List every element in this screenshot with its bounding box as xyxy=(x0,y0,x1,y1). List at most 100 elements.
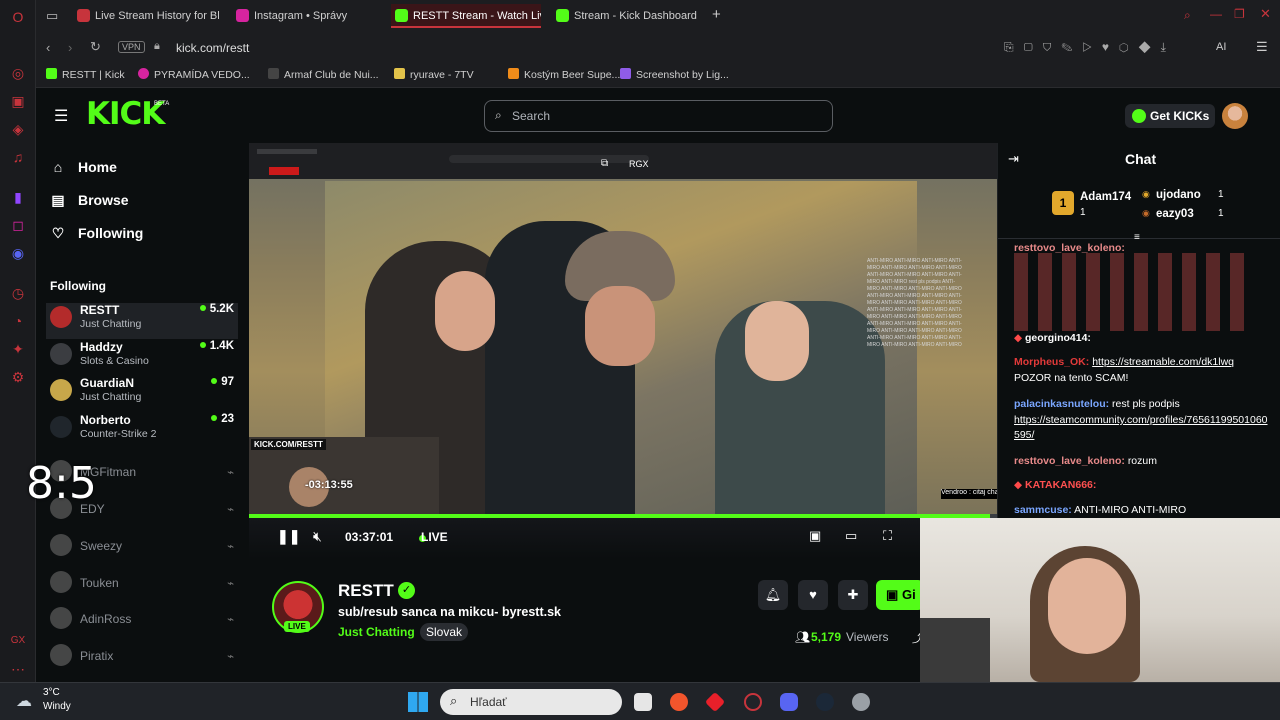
chat-username[interactable]: sammcuse: xyxy=(1014,504,1072,516)
minimize-icon[interactable]: — xyxy=(1210,7,1222,21)
leaderboard-user[interactable]: Adam174 xyxy=(1080,191,1131,203)
search-tabs-icon[interactable]: ⌕ xyxy=(1184,8,1191,23)
steam-icon[interactable] xyxy=(816,693,834,711)
chat-username[interactable]: georgino414: xyxy=(1025,332,1091,344)
bookmark-item[interactable]: Armaf Club de Nui... xyxy=(268,68,379,81)
windows-start-icon[interactable] xyxy=(408,692,428,712)
vpn-badge[interactable]: VPN xyxy=(118,41,145,53)
bookmark-item[interactable]: PYRAMÍDA VEDO... xyxy=(138,68,250,81)
toolbar-icons[interactable]: ⎘▢⛉✎▷♥⬡◆⤓ xyxy=(1004,40,1176,55)
chat-username[interactable]: resttovo_lave_koleno: xyxy=(1014,455,1125,467)
bookmark-item[interactable]: ryurave - 7TV xyxy=(394,68,474,81)
following-item[interactable]: AdinRoss ⌁ xyxy=(46,604,238,640)
kick-logo[interactable]: KICK xyxy=(86,96,165,132)
chat-username[interactable]: palacinkasnutelou: xyxy=(1014,398,1109,410)
app-icon[interactable] xyxy=(704,691,726,713)
following-item[interactable]: RESTT Just Chatting 5.2K xyxy=(46,303,238,339)
windows-taskbar: ☁ 3°C Windy ⌕ Hľadať xyxy=(0,682,1280,720)
tab-kick-dashboard[interactable]: Stream - Kick Dashboard xyxy=(552,4,712,28)
following-item[interactable]: Haddzy Slots & Casino 1.4K xyxy=(46,340,238,376)
following-item[interactable]: Touken ⌁ xyxy=(46,568,238,604)
fullscreen-icon[interactable]: ⛶ xyxy=(883,528,892,544)
bookmark-item[interactable]: Screenshot by Lig... xyxy=(620,68,729,81)
chat-username[interactable]: Morpheus_OK: xyxy=(1014,356,1089,368)
following-item[interactable]: Sweezy ⌁ xyxy=(46,531,238,567)
channel-name: Sweezy xyxy=(80,539,123,553)
leaderboard-count: 1 xyxy=(1080,207,1086,218)
bookmark-item[interactable]: RESTT | Kick xyxy=(46,68,125,81)
verified-icon: ✓ xyxy=(398,582,415,599)
clock-icon[interactable]: ◔ xyxy=(9,312,27,330)
following-item[interactable]: Norberto Counter-Strike 2 23 xyxy=(46,413,238,449)
following-item[interactable]: GuardiaN Just Chatting 97 xyxy=(46,376,238,412)
cam-tag: KICK.COM/RESTT xyxy=(251,439,326,450)
bookmark-item[interactable]: Kostým Beer Supe... xyxy=(508,68,620,81)
settings-icon[interactable]: ⚙ xyxy=(9,368,27,386)
taskbar-search-input[interactable]: ⌕ Hľadať xyxy=(440,689,622,715)
close-window-icon[interactable]: ✕ xyxy=(1260,6,1271,22)
workspace-icon[interactable]: ▣ xyxy=(9,92,27,110)
tab-restt-stream[interactable]: RESTT Stream - Watch Liv xyxy=(391,4,541,28)
browse-icon: ▤ xyxy=(51,192,65,208)
discord-icon[interactable] xyxy=(780,693,798,711)
follow-heart-icon[interactable]: ♥ xyxy=(798,580,828,610)
discord-icon[interactable]: ◉ xyxy=(9,244,27,262)
chat-username[interactable]: resttovo_lave_koleno: xyxy=(1014,242,1125,254)
history-icon[interactable]: ◷ xyxy=(9,284,27,302)
forward-icon[interactable]: › xyxy=(68,40,72,55)
messenger-icon[interactable]: ◈ xyxy=(9,120,27,138)
following-item[interactable]: Piratix ⌁ xyxy=(46,641,238,677)
get-kicks-button[interactable]: Get KICKs xyxy=(1125,104,1215,128)
bookmark-favicon-icon xyxy=(46,68,57,79)
mute-icon[interactable]: 🔇︎ xyxy=(313,528,322,545)
tab-menu-icon[interactable]: ▭ xyxy=(46,8,58,24)
task-view-icon[interactable] xyxy=(634,693,652,711)
extensions-icon[interactable]: ✦ xyxy=(9,340,27,358)
leaderboard-user[interactable]: ujodano xyxy=(1156,189,1201,201)
chat-username[interactable]: KATAKAN666: xyxy=(1025,479,1096,491)
popout-icon[interactable]: ⧉ xyxy=(601,158,608,169)
twitch-icon[interactable]: ▮ xyxy=(9,188,27,206)
subscribe-button[interactable]: ▣ Gi xyxy=(876,580,924,610)
opera-logo-icon[interactable]: O xyxy=(9,8,27,26)
pip-icon[interactable]: ▭ xyxy=(845,528,857,544)
collapse-chat-icon[interactable]: ⇥ xyxy=(1008,151,1019,167)
weather-icon[interactable]: ☁ xyxy=(16,691,32,711)
aria-icon[interactable]: ◎ xyxy=(9,64,27,82)
menu-icon[interactable]: ☰ xyxy=(1256,39,1268,55)
chat-link[interactable]: https://steamcommunity.com/profiles/7656… xyxy=(1014,414,1268,441)
nav-browse[interactable]: ▤ Browse xyxy=(50,192,128,208)
reload-icon[interactable]: ↻ xyxy=(90,39,101,55)
gx-icon[interactable]: GX xyxy=(9,632,27,650)
language-tag[interactable]: Slovak xyxy=(420,623,469,641)
lock-icon[interactable]: 🔒︎ xyxy=(154,40,160,53)
back-icon[interactable]: ‹ xyxy=(46,40,50,55)
maximize-icon[interactable]: ❐ xyxy=(1234,7,1245,21)
opera-gx-icon[interactable] xyxy=(744,693,762,711)
category-link[interactable]: Just Chatting xyxy=(338,625,415,639)
search-input[interactable]: ⌕ Search xyxy=(484,100,833,132)
gift-icon[interactable]: ✚ xyxy=(838,580,868,610)
leaderboard-user[interactable]: eazy03 xyxy=(1156,208,1194,220)
theater-mode-icon[interactable]: ▣ xyxy=(809,528,821,544)
music-icon[interactable]: ♫ xyxy=(9,148,27,166)
instagram-icon[interactable]: ◻ xyxy=(9,216,27,234)
streamer-name[interactable]: RESTT xyxy=(338,581,394,601)
video-player[interactable]: ⧉ RGX ANTI-MIRO ANTI-MIRO ANTI-MIRO ANTI… xyxy=(249,143,997,559)
live-indicator[interactable]: LIVE xyxy=(421,530,448,544)
hamburger-menu-icon[interactable]: ☰ xyxy=(54,106,68,126)
url-field[interactable]: kick.com/restt xyxy=(176,41,249,55)
notification-bell-icon[interactable]: 🔔︎ xyxy=(758,580,788,610)
new-tab-button[interactable]: + xyxy=(712,6,721,23)
settings-app-icon[interactable] xyxy=(852,693,870,711)
nav-following[interactable]: ♡ Following xyxy=(50,225,144,241)
ai-button[interactable]: AI xyxy=(1216,41,1226,53)
tab-history[interactable]: Live Stream History for Bl xyxy=(73,4,221,28)
pause-icon[interactable]: ❚❚ xyxy=(277,528,300,545)
user-avatar[interactable] xyxy=(1222,103,1248,129)
nav-home[interactable]: ⌂ Home xyxy=(50,159,117,175)
chat-link[interactable]: https://streamable.com/dk1lwq xyxy=(1092,356,1234,368)
more-icon[interactable]: ⋯ xyxy=(9,660,27,678)
tab-instagram[interactable]: Instagram • Správy xyxy=(232,4,382,28)
app-icon[interactable] xyxy=(670,693,688,711)
